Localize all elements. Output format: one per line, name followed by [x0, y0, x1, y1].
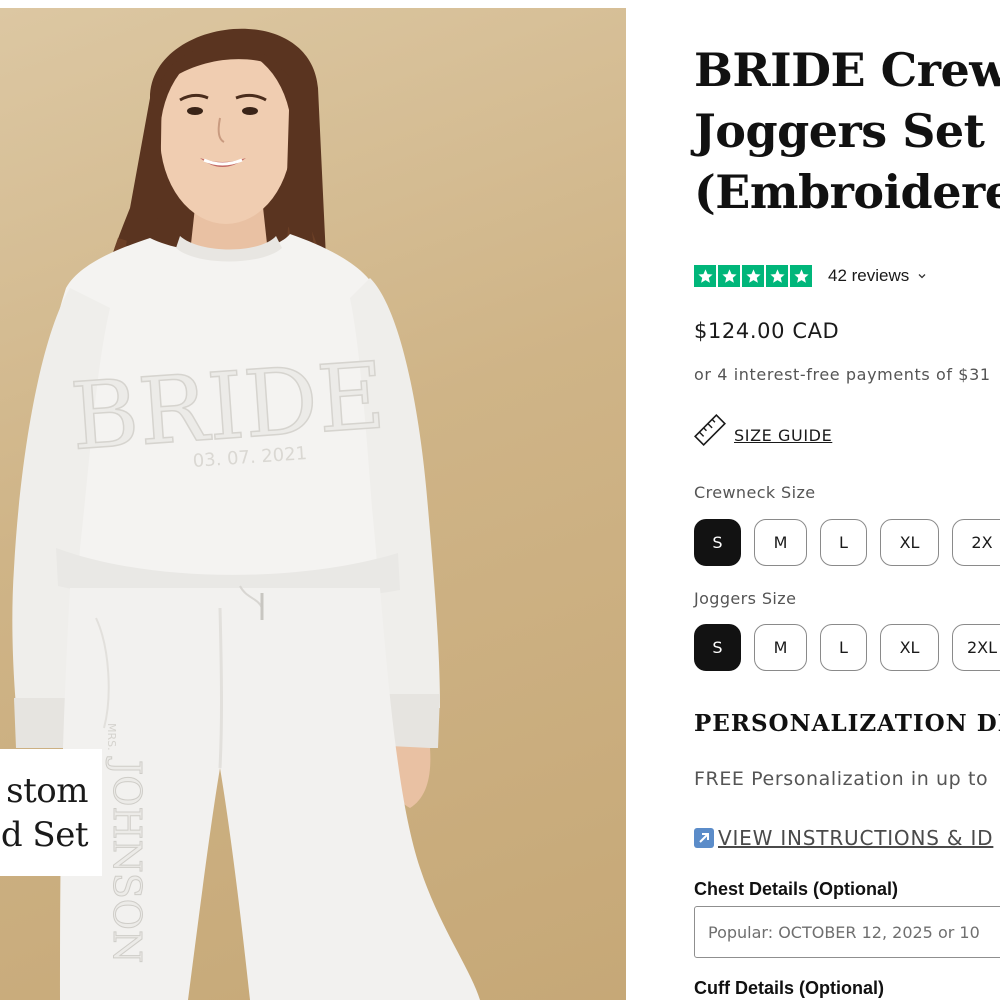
product-image[interactable]: BRIDE 03. 07. 2021 MRS. JOHNSON stom ed …: [0, 8, 626, 1000]
joggers-size-xl-button[interactable]: XL: [880, 624, 939, 671]
chest-details-label: Chest Details (Optional): [694, 879, 899, 899]
chevron-down-icon[interactable]: [917, 271, 927, 281]
view-instructions-link[interactable]: VIEW INSTRUCTIONS & ID: [694, 826, 993, 850]
jogger-embroidery: JOHNSON: [105, 756, 149, 963]
cuff-details-label: Cuff Details (Optional): [694, 978, 884, 998]
badge-line-1: stom: [6, 770, 88, 811]
star-icon: [718, 265, 740, 287]
image-caption-badge: stom ed Set: [0, 749, 102, 876]
joggers-size-s-button[interactable]: S: [694, 624, 741, 671]
crewneck-size-2x-button[interactable]: 2X: [952, 519, 1000, 566]
size-guide-link[interactable]: SIZE GUIDE: [694, 414, 832, 446]
product-title-line-2: Joggers Set: [694, 104, 985, 158]
crewneck-size-m-button[interactable]: M: [754, 519, 807, 566]
product-title-line-1: BRIDE Crew: [694, 43, 1000, 97]
product-title-line-3: (Embroidere: [694, 165, 1000, 219]
star-icon: [694, 265, 716, 287]
ruler-icon: [694, 414, 726, 446]
joggers-size-options: S M L XL 2XL: [694, 624, 1000, 671]
size-guide-label[interactable]: SIZE GUIDE: [734, 426, 832, 445]
crewneck-size-xl-button[interactable]: XL: [880, 519, 939, 566]
star-icon: [766, 265, 788, 287]
jogger-small-embroidery: MRS.: [105, 723, 118, 751]
crewneck-size-options: S M L XL 2X: [694, 519, 1000, 566]
badge-line-2: ed Set: [0, 814, 88, 855]
joggers-size-m-button[interactable]: M: [754, 624, 807, 671]
joggers-size-l-button[interactable]: L: [820, 624, 867, 671]
crewneck-size-label: Crewneck Size: [694, 483, 816, 502]
product-price: $124.00 CAD: [694, 319, 840, 343]
joggers-size-2xl-button[interactable]: 2XL: [952, 624, 1000, 671]
reviews-link[interactable]: 42 reviews: [828, 266, 909, 286]
star-rating: [694, 265, 812, 287]
star-icon: [790, 265, 812, 287]
chest-details-input[interactable]: [694, 906, 1000, 958]
joggers-size-label: Joggers Size: [694, 589, 797, 608]
installments-text: or 4 interest-free payments of $31: [694, 365, 991, 384]
rating-summary[interactable]: 42 reviews: [694, 264, 927, 288]
product-title: BRIDE Crew Joggers Set (Embroidere: [694, 40, 1000, 223]
crewneck-size-s-button[interactable]: S: [694, 519, 741, 566]
personalization-description: FREE Personalization in up to: [694, 768, 989, 790]
personalization-heading: PERSONALIZATION DE: [694, 710, 1000, 737]
crewneck-size-l-button[interactable]: L: [820, 519, 867, 566]
star-icon: [742, 265, 764, 287]
external-arrow-icon: [694, 828, 714, 848]
view-instructions-label[interactable]: VIEW INSTRUCTIONS & ID: [718, 826, 993, 850]
